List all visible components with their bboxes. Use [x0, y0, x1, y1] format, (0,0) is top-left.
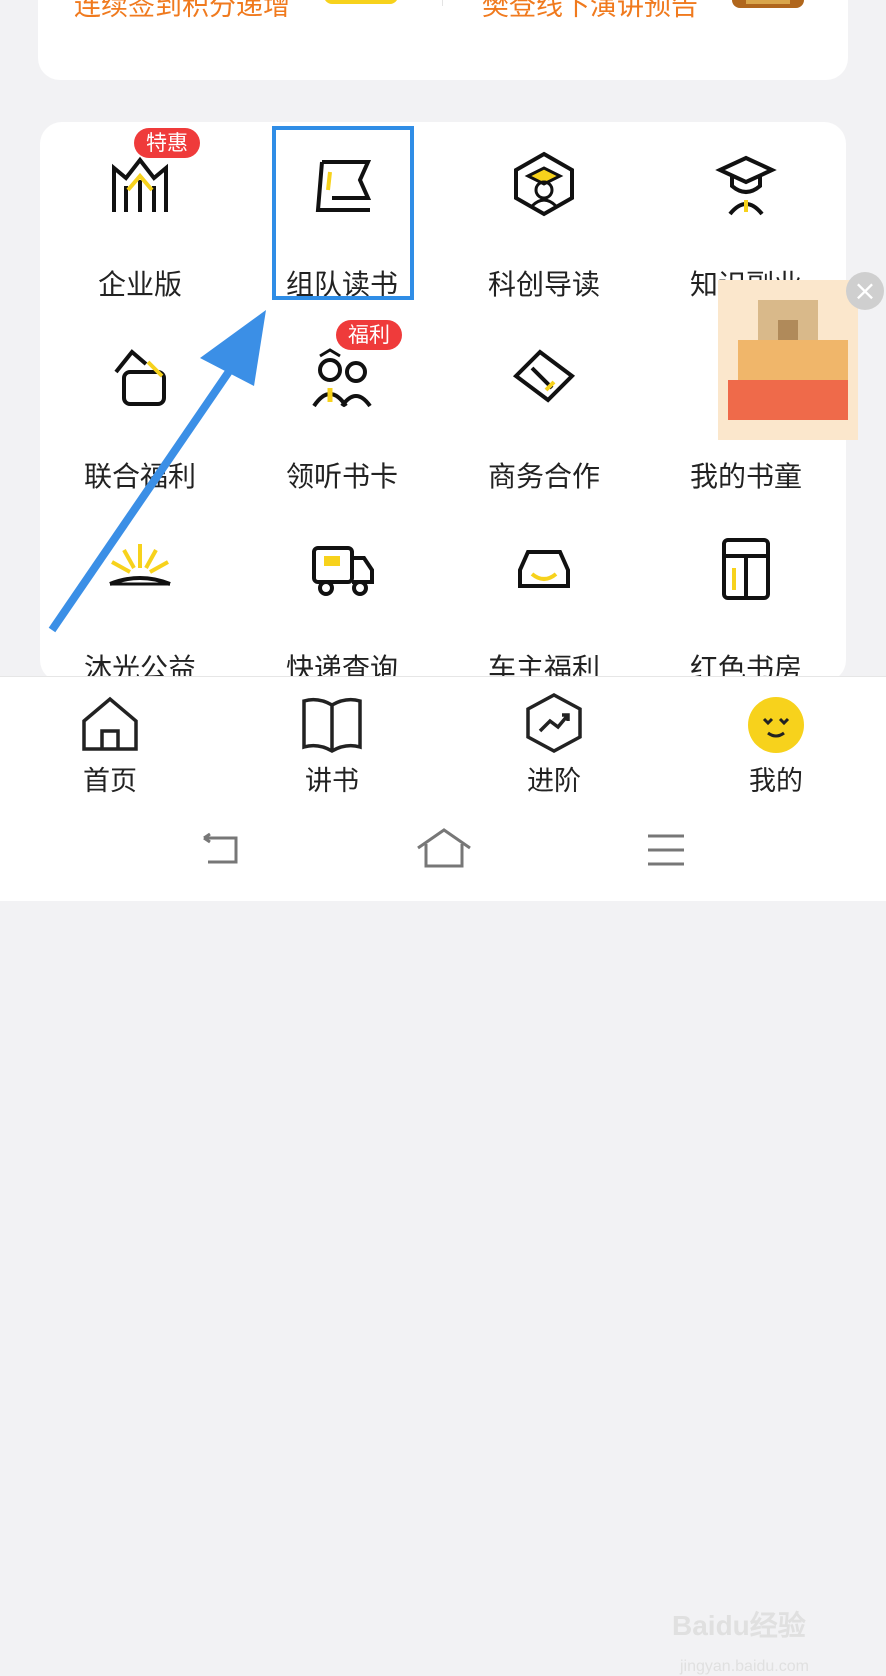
graduate-hexagon-icon: [510, 150, 578, 218]
tab-label: 我的: [749, 766, 803, 797]
promo-checkin-text[interactable]: 连续签到积分递增: [74, 0, 290, 23]
grid-item-label: 商务合作: [487, 460, 600, 493]
enterprise-icon: [106, 150, 174, 218]
grid-item-business[interactable]: 商务合作: [444, 342, 644, 493]
lecture-book-icon[interactable]: [732, 0, 804, 8]
promo-divider: [442, 0, 443, 6]
bottom-tab-bar: 首页 讲书 进阶 我的: [0, 676, 886, 797]
smiley-avatar-icon: [744, 691, 808, 755]
tab-label: 讲书: [305, 766, 359, 797]
home-nav-icon[interactable]: [414, 826, 474, 870]
watermark-url: jingyan.baidu.com: [680, 1658, 809, 1675]
grid-item-label: 科创导读: [487, 268, 600, 301]
annotation-arrow: [48, 310, 266, 633]
car-icon: [510, 534, 578, 602]
tab-label: 进阶: [527, 766, 581, 797]
grid-item-enterprise[interactable]: 企业版: [40, 150, 240, 301]
trend-hexagon-icon: [522, 691, 586, 755]
system-nav-bar: Baidu经验 jingyan.baidu.com: [0, 796, 886, 1675]
close-icon[interactable]: ×: [846, 272, 884, 310]
open-book-icon: [300, 691, 364, 755]
back-icon[interactable]: [196, 830, 244, 870]
menu-icon[interactable]: [644, 830, 688, 870]
grid-item-red-study[interactable]: 红色书房: [646, 534, 846, 685]
promo-card: 连续签到积分递增 樊登线下演讲预告: [38, 0, 848, 80]
grid-item-car-owner[interactable]: 车主福利: [444, 534, 644, 685]
home-icon: [78, 691, 142, 755]
floating-ad-pixelated[interactable]: [718, 280, 858, 440]
grid-item-side-job[interactable]: 知识副业: [646, 150, 846, 301]
people-card-icon: [308, 342, 376, 410]
benefit-tag: 福利: [336, 320, 402, 350]
graduate-cap-icon: [712, 150, 780, 218]
checkin-shield-icon[interactable]: [324, 0, 398, 4]
watermark-brand: Baidu经验: [672, 1610, 806, 1641]
tab-label: 首页: [83, 766, 137, 797]
promo-tag: 特惠: [134, 128, 200, 158]
grid-item-label: 企业版: [97, 268, 182, 301]
grid-item-label: 我的书童: [689, 460, 802, 493]
grid-item-tech-guide[interactable]: 科创导读: [444, 150, 644, 301]
highlight-box: [272, 126, 414, 300]
bookshelf-icon: [712, 534, 780, 602]
handshake-icon: [510, 342, 578, 410]
delivery-truck-icon: [308, 534, 376, 602]
promo-lecture-text[interactable]: 樊登线下演讲预告: [482, 0, 698, 23]
